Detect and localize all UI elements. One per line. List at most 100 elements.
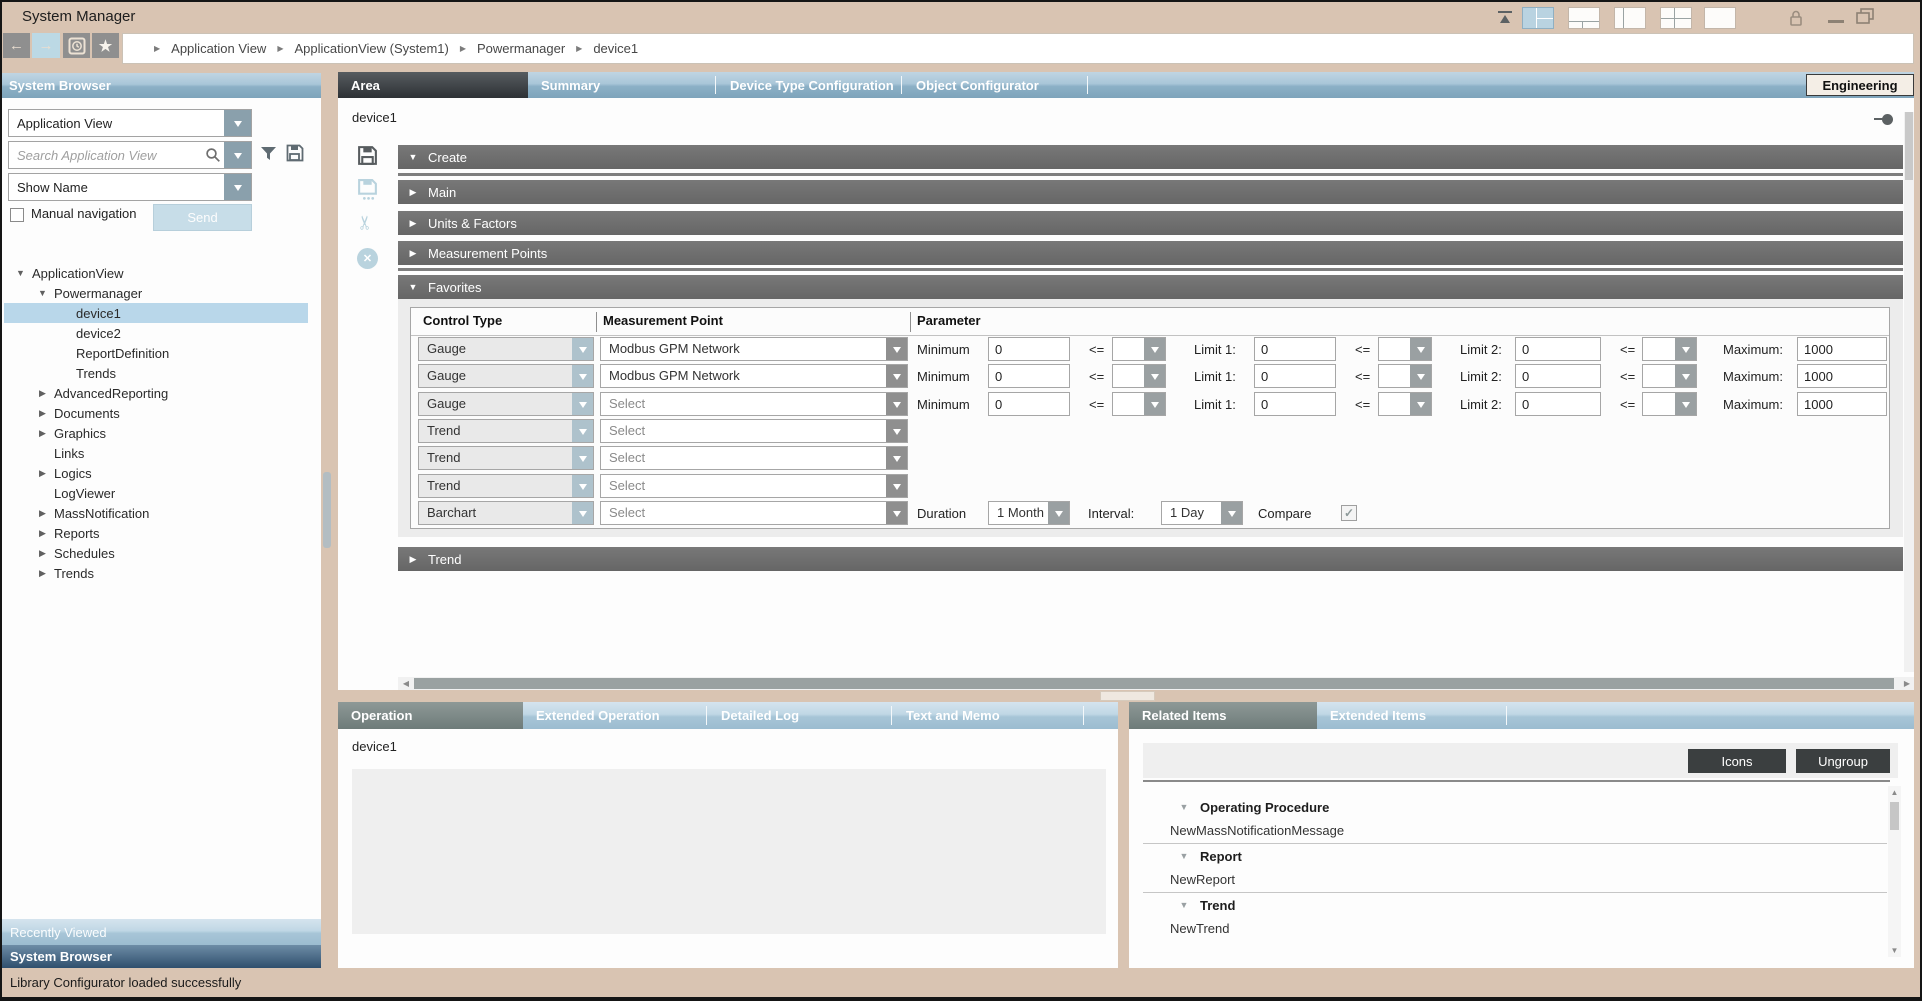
save-as-button[interactable] (356, 178, 379, 206)
expander-down-icon[interactable]: ▼ (1177, 851, 1191, 861)
operator-dropdown[interactable] (1112, 364, 1166, 388)
chevron-down-icon[interactable] (1144, 365, 1165, 387)
tree-node-powermanager[interactable]: ▼Powermanager (4, 283, 308, 303)
expander-right-icon[interactable]: ▶ (36, 528, 49, 539)
chevron-down-icon[interactable] (572, 365, 593, 387)
layout-single-button[interactable] (1704, 7, 1736, 29)
control-type-dropdown[interactable]: Gauge (418, 392, 594, 416)
related-group-trend[interactable]: ▼Trend (1143, 895, 1885, 915)
view-selector-dropdown[interactable]: Application View (8, 109, 252, 137)
engineering-mode-button[interactable]: Engineering (1806, 74, 1914, 96)
control-type-dropdown[interactable]: Barchart (418, 501, 594, 525)
ungroup-button[interactable]: Ungroup (1796, 749, 1890, 773)
section-trend[interactable]: ▶Trend (398, 547, 1903, 571)
tree-node-graphics[interactable]: ▶Graphics (4, 423, 308, 443)
vertical-scrollbar[interactable] (1904, 112, 1914, 672)
tree-node-schedules[interactable]: ▶Schedules (4, 543, 308, 563)
chevron-down-icon[interactable] (886, 338, 907, 360)
chevron-down-icon[interactable] (572, 393, 593, 415)
back-button[interactable]: ← (3, 33, 30, 58)
tree-node-documents[interactable]: ▶Documents (4, 403, 308, 423)
breadcrumb-item[interactable]: Powermanager (477, 41, 565, 56)
chevron-down-icon[interactable] (1410, 338, 1431, 360)
expander-right-icon[interactable]: ▶ (36, 428, 49, 439)
minimize-button[interactable] (1828, 20, 1844, 23)
chevron-down-icon[interactable] (572, 502, 593, 524)
chevron-down-icon[interactable] (572, 475, 593, 497)
tab-extended-items[interactable]: Extended Items (1317, 702, 1504, 729)
tab-detailed-log[interactable]: Detailed Log (708, 702, 891, 729)
maximum-input[interactable] (1797, 364, 1887, 388)
operator-dropdown[interactable] (1642, 337, 1697, 361)
save-button[interactable] (356, 144, 379, 172)
control-type-dropdown[interactable]: Gauge (418, 364, 594, 388)
limit2-input[interactable] (1515, 392, 1601, 416)
chevron-down-icon[interactable] (572, 420, 593, 442)
chevron-down-icon[interactable] (224, 142, 251, 168)
chevron-down-icon[interactable] (886, 365, 907, 387)
expander-right-icon[interactable]: ▶ (36, 568, 49, 579)
chevron-down-icon[interactable] (1144, 393, 1165, 415)
collapse-ribbon-icon[interactable] (1496, 10, 1514, 26)
operator-dropdown[interactable] (1378, 364, 1432, 388)
control-type-dropdown[interactable]: Trend (418, 419, 594, 443)
tree-node-device2[interactable]: device2 (4, 323, 308, 343)
manual-navigation-checkbox[interactable] (10, 208, 24, 222)
layout-grid-button[interactable] (1660, 7, 1692, 29)
interval-dropdown[interactable]: 1 Day (1161, 501, 1243, 525)
chevron-down-icon[interactable] (1675, 365, 1696, 387)
related-item-newmassnotificationmessage[interactable]: NewMassNotificationMessage (1143, 820, 1885, 840)
icons-button[interactable]: Icons (1688, 749, 1786, 773)
scrollbar-thumb[interactable] (1905, 112, 1913, 180)
chevron-down-icon[interactable] (886, 447, 907, 469)
expander-down-icon[interactable]: ▼ (36, 288, 49, 298)
section-measurement-points[interactable]: ▶Measurement Points (398, 241, 1903, 265)
tree-node-trends[interactable]: ▶Trends (4, 563, 308, 583)
search-input[interactable] (9, 142, 202, 168)
chevron-down-icon[interactable] (886, 393, 907, 415)
tab-device-type-configuration[interactable]: Device Type Configuration (717, 72, 900, 98)
chevron-down-icon[interactable] (1410, 365, 1431, 387)
measurement-point-dropdown[interactable]: Select (600, 501, 908, 525)
horizontal-scrollbar[interactable]: ◀ ▶ (398, 677, 1914, 690)
cut-button[interactable]: ✂ (354, 215, 377, 231)
system-browser-bar[interactable]: System Browser (0, 945, 321, 968)
tree-node-applicationview[interactable]: ▼ApplicationView (4, 263, 308, 283)
search-icon[interactable] (202, 142, 224, 168)
breadcrumb-item[interactable]: device1 (593, 41, 638, 56)
forward-button[interactable]: → (32, 33, 60, 58)
duration-dropdown[interactable]: 1 Month (988, 501, 1070, 525)
delete-button[interactable]: ✕ (357, 248, 378, 269)
operator-dropdown[interactable] (1642, 364, 1697, 388)
favorites-button[interactable]: ★ (92, 33, 119, 58)
chevron-down-icon[interactable] (886, 420, 907, 442)
tab-extended-operation[interactable]: Extended Operation (523, 702, 706, 729)
limit1-input[interactable] (1254, 337, 1336, 361)
measurement-point-dropdown[interactable]: Select (600, 392, 908, 416)
limit2-input[interactable] (1515, 337, 1601, 361)
limit2-input[interactable] (1515, 364, 1601, 388)
scrollbar-thumb[interactable] (414, 678, 1894, 689)
tab-operation[interactable]: Operation (338, 702, 523, 729)
related-item-newtrend[interactable]: NewTrend (1143, 918, 1885, 938)
expander-right-icon[interactable]: ▶ (36, 468, 49, 479)
section-main[interactable]: ▶Main (398, 180, 1903, 204)
layout-quad-button[interactable] (1522, 7, 1554, 29)
search-field[interactable] (8, 141, 252, 169)
chevron-down-icon[interactable] (572, 338, 593, 360)
breadcrumb-item[interactable]: Application View (171, 41, 266, 56)
operator-dropdown[interactable] (1112, 392, 1166, 416)
related-item-newreport[interactable]: NewReport (1143, 869, 1885, 889)
measurement-point-dropdown[interactable]: Select (600, 419, 908, 443)
tab-text-and-memo[interactable]: Text and Memo (893, 702, 1081, 729)
measurement-point-dropdown[interactable]: Select (600, 474, 908, 498)
save-search-button[interactable] (285, 143, 305, 168)
control-type-dropdown[interactable]: Gauge (418, 337, 594, 361)
operator-dropdown[interactable] (1642, 392, 1697, 416)
pin-marker-icon[interactable] (1874, 114, 1896, 124)
tab-object-configurator[interactable]: Object Configurator (903, 72, 1085, 98)
expander-right-icon[interactable]: ▶ (36, 388, 49, 399)
tree-node-links[interactable]: Links (4, 443, 308, 463)
compare-checkbox[interactable]: ✓ (1341, 505, 1357, 521)
minimum-input[interactable] (988, 392, 1070, 416)
